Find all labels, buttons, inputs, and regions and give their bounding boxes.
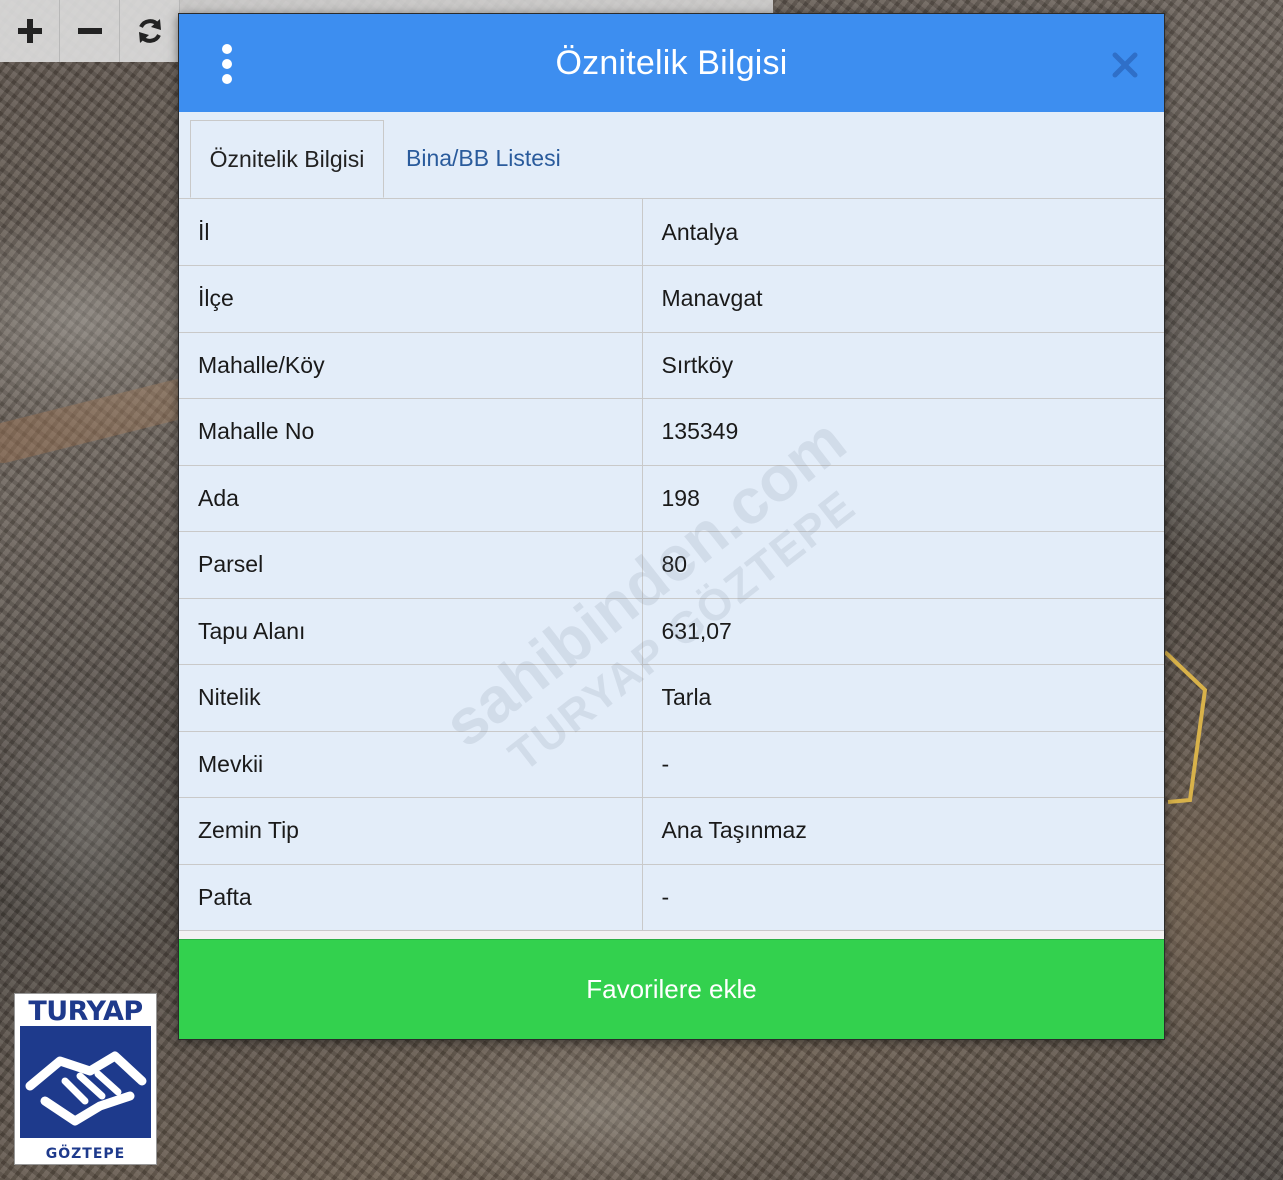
attribute-key: Zemin Tip xyxy=(179,797,643,865)
logo-brand: TURYAP xyxy=(28,996,143,1027)
turyap-logo: TURYAP GÖZTEPE xyxy=(14,993,157,1165)
table-row: İl Antalya xyxy=(179,199,1164,266)
table-row: Zemin Tip Ana Taşınmaz xyxy=(179,797,1164,865)
attribute-value: 631,07 xyxy=(642,598,1164,665)
vertical-dots-icon xyxy=(222,44,232,54)
attribute-key: Ada xyxy=(179,465,643,532)
vertical-dots-icon-dot xyxy=(222,74,232,84)
map-toolbar-strip xyxy=(180,0,773,14)
dialog-title: Öznitelik Bilgisi xyxy=(555,43,788,82)
table-row: Pafta - xyxy=(179,864,1164,931)
close-icon[interactable] xyxy=(1112,52,1138,78)
attribute-value: Ana Taşınmaz xyxy=(642,797,1164,865)
table-row: İlçe Manavgat xyxy=(179,265,1164,333)
refresh-button[interactable] xyxy=(120,0,180,62)
attribute-value: - xyxy=(642,864,1164,931)
attribute-value: 135349 xyxy=(642,398,1164,466)
table-row: Tapu Alanı 631,07 xyxy=(179,598,1164,665)
table-row: Parsel 80 xyxy=(179,531,1164,599)
logo-subtitle: GÖZTEPE xyxy=(45,1146,126,1162)
zoom-in-button[interactable] xyxy=(0,0,60,62)
dialog-header: Öznitelik Bilgisi xyxy=(179,14,1164,112)
tab-building-list[interactable]: Bina/BB Listesi xyxy=(406,120,561,197)
tabs-bar: Öznitelik Bilgisi Bina/BB Listesi xyxy=(179,112,1164,199)
attribute-key: Mahalle No xyxy=(179,398,643,466)
attribute-value: 198 xyxy=(642,465,1164,532)
attribute-value: Antalya xyxy=(642,199,1164,266)
minus-icon xyxy=(77,28,102,34)
add-to-favorites-button[interactable]: Favorilere ekle xyxy=(179,939,1164,1039)
attribute-key: İlçe xyxy=(179,265,643,333)
attribute-key: Pafta xyxy=(179,864,643,931)
attribute-value: - xyxy=(642,731,1164,798)
attribute-key: Parsel xyxy=(179,531,643,599)
attribute-value: Sırtköy xyxy=(642,332,1164,399)
attribute-key: Tapu Alanı xyxy=(179,598,643,665)
attribute-key: İl xyxy=(179,199,643,266)
map-controls xyxy=(0,0,180,62)
table-row: Nitelik Tarla xyxy=(179,664,1164,732)
parcel-outline xyxy=(1163,650,1208,804)
attribute-value: 80 xyxy=(642,531,1164,599)
vertical-dots-icon-dot xyxy=(222,59,232,69)
handshake-icon xyxy=(20,1026,151,1138)
attribute-value: Tarla xyxy=(642,664,1164,732)
attribute-dialog: Öznitelik Bilgisi Öznitelik Bilgisi Bina… xyxy=(178,13,1165,1040)
zoom-out-button[interactable] xyxy=(60,0,120,62)
attribute-key: Mahalle/Köy xyxy=(179,332,643,399)
table-row: Mahalle No 135349 xyxy=(179,398,1164,466)
refresh-icon xyxy=(138,19,161,43)
plus-icon xyxy=(17,19,42,43)
attribute-key: Nitelik xyxy=(179,664,643,732)
attribute-table: İl Antalya İlçe Manavgat Mahalle/Köy Sır… xyxy=(179,199,1164,931)
tab-attribute-info[interactable]: Öznitelik Bilgisi xyxy=(190,120,384,198)
attribute-value: Manavgat xyxy=(642,265,1164,333)
table-row: Ada 198 xyxy=(179,465,1164,532)
table-row: Mahalle/Köy Sırtköy xyxy=(179,332,1164,399)
attribute-key: Mevkii xyxy=(179,731,643,798)
menu-button[interactable] xyxy=(215,44,239,84)
table-row: Mevkii - xyxy=(179,731,1164,798)
